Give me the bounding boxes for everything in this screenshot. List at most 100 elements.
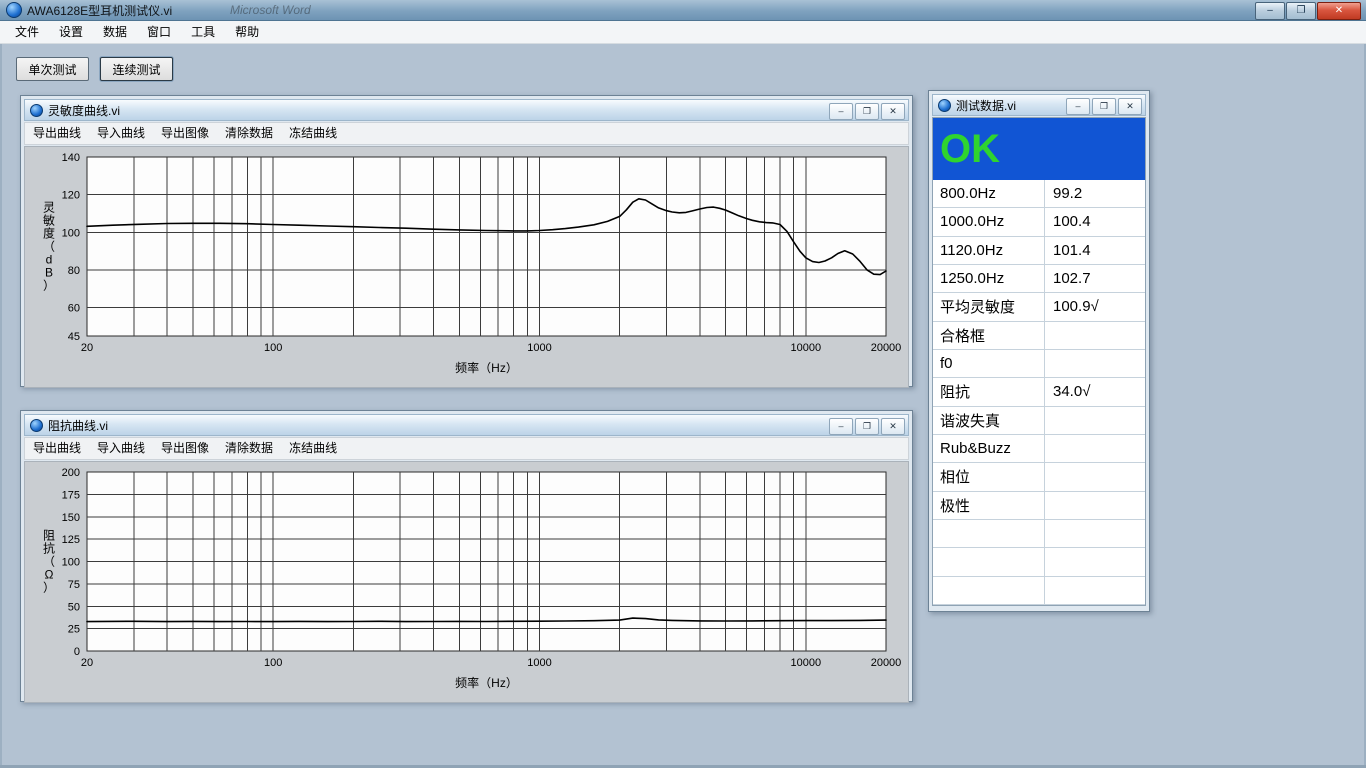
table-row: 极性: [933, 492, 1145, 520]
svg-text:10000: 10000: [791, 342, 822, 354]
app-root: AWA6128E型耳机测试仪.vi Microsoft Word – ❐ ✕ 文…: [0, 0, 1366, 768]
main-menubar: 文件设置数据窗口工具帮助: [0, 21, 1366, 44]
main-titlebar[interactable]: AWA6128E型耳机测试仪.vi Microsoft Word – ❐ ✕: [0, 0, 1366, 21]
svg-text:10000: 10000: [791, 657, 822, 669]
single-test-button[interactable]: 单次测试: [16, 57, 89, 81]
test-data-window-titlebar[interactable]: 测试数据.vi – ❐ ✕: [932, 94, 1146, 116]
minimize-button[interactable]: –: [1066, 98, 1090, 115]
svg-text:25: 25: [68, 624, 80, 636]
menu-item-6[interactable]: 帮助: [225, 21, 269, 43]
table-row: [933, 520, 1145, 548]
svg-text:100: 100: [264, 342, 282, 354]
row-label: Rub&Buzz: [933, 435, 1045, 462]
impedance-window-titlebar[interactable]: 阻抗曲线.vi – ❐ ✕: [24, 414, 909, 436]
svg-text:80: 80: [68, 265, 80, 277]
sensitivity-menu-item-1[interactable]: 导出曲线: [25, 123, 89, 144]
row-label: [933, 577, 1045, 604]
sensitivity-menu-item-4[interactable]: 清除数据: [217, 123, 281, 144]
svg-text:度: 度: [43, 226, 55, 241]
row-label: 1000.0Hz: [933, 208, 1045, 235]
svg-text:75: 75: [68, 579, 80, 591]
svg-text:灵: 灵: [43, 201, 55, 215]
sensitivity-menu-item-2[interactable]: 导入曲线: [89, 123, 153, 144]
menu-item-3[interactable]: 数据: [93, 21, 137, 43]
minimize-button[interactable]: –: [829, 418, 853, 435]
impedance-window-title: 阻抗曲线.vi: [48, 417, 108, 434]
close-button[interactable]: ✕: [881, 418, 905, 435]
sensitivity-menu-item-5[interactable]: 冻结曲线: [281, 123, 345, 144]
vi-icon: [938, 99, 951, 112]
restore-button[interactable]: ❐: [855, 103, 879, 120]
row-label: 阻抗: [933, 378, 1045, 405]
menu-item-1[interactable]: 文件: [5, 21, 49, 43]
table-row: 合格框: [933, 322, 1145, 350]
row-label: [933, 548, 1045, 575]
status-banner: OK: [933, 118, 1145, 180]
row-value: 100.4: [1045, 213, 1091, 230]
impedance-menu-item-2[interactable]: 导入曲线: [89, 438, 153, 459]
minimize-button[interactable]: –: [829, 103, 853, 120]
menu-item-2[interactable]: 设置: [49, 21, 93, 43]
svg-text:频率（Hz）: 频率（Hz）: [455, 675, 518, 690]
svg-text:d: d: [46, 253, 53, 267]
svg-text:20000: 20000: [871, 657, 902, 669]
svg-text:1000: 1000: [527, 342, 551, 354]
impedance-window: 阻抗曲线.vi – ❐ ✕ 导出曲线导入曲线导出图像清除数据冻结曲线 02550…: [20, 410, 913, 702]
row-label: 相位: [933, 463, 1045, 490]
impedance-menu-item-4[interactable]: 清除数据: [217, 438, 281, 459]
restore-button[interactable]: ❐: [855, 418, 879, 435]
row-label: [933, 520, 1045, 547]
svg-text:（: （: [43, 555, 55, 569]
svg-text:20000: 20000: [871, 342, 902, 354]
svg-text:125: 125: [62, 534, 80, 546]
menu-item-4[interactable]: 窗口: [137, 21, 181, 43]
sensitivity-window-titlebar[interactable]: 灵敏度曲线.vi – ❐ ✕: [24, 99, 909, 121]
svg-text:140: 140: [62, 152, 80, 164]
main-window-title: AWA6128E型耳机测试仪.vi: [27, 2, 172, 19]
minimize-button[interactable]: –: [1255, 2, 1285, 20]
svg-text:阻: 阻: [43, 529, 55, 543]
menu-item-5[interactable]: 工具: [181, 21, 225, 43]
vi-icon: [30, 104, 43, 117]
maximize-button[interactable]: ❐: [1286, 2, 1316, 20]
row-value: 34.0√: [1045, 383, 1090, 400]
svg-text:150: 150: [62, 512, 80, 524]
row-label: 合格框: [933, 322, 1045, 349]
window-controls: – ❐ ✕: [1255, 2, 1361, 20]
table-row: f0: [933, 350, 1145, 378]
app-icon: [6, 2, 22, 18]
table-row: Rub&Buzz: [933, 435, 1145, 463]
test-data-window: 测试数据.vi – ❐ ✕ OK 800.0Hz99.21000.0Hz100.…: [928, 90, 1150, 612]
svg-text:100: 100: [62, 227, 80, 239]
table-row: 1000.0Hz100.4: [933, 208, 1145, 236]
svg-text:50: 50: [68, 601, 80, 613]
impedance-menu-item-1[interactable]: 导出曲线: [25, 438, 89, 459]
sensitivity-chart-panel: 4560801001201402010010001000020000频率（Hz）…: [24, 146, 909, 388]
impedance-menu-item-3[interactable]: 导出图像: [153, 438, 217, 459]
table-row: [933, 577, 1145, 605]
background-window-title: Microsoft Word: [230, 3, 311, 17]
svg-text:175: 175: [62, 489, 80, 501]
svg-text:100: 100: [62, 557, 80, 569]
table-row: 1250.0Hz102.7: [933, 265, 1145, 293]
sensitivity-menubar: 导出曲线导入曲线导出图像清除数据冻结曲线: [24, 122, 909, 145]
row-value: 101.4: [1045, 242, 1091, 259]
svg-text:20: 20: [81, 342, 93, 354]
toolbar: 单次测试 连续测试: [16, 57, 173, 81]
restore-button[interactable]: ❐: [1092, 98, 1116, 115]
row-label: 极性: [933, 492, 1045, 519]
table-row: 相位: [933, 463, 1145, 491]
sensitivity-menu-item-3[interactable]: 导出图像: [153, 123, 217, 144]
svg-text:1000: 1000: [527, 657, 551, 669]
table-row: [933, 548, 1145, 576]
table-row: 阻抗34.0√: [933, 378, 1145, 406]
sensitivity-chart: 4560801001201402010010001000020000频率（Hz）…: [25, 147, 908, 382]
continuous-test-button[interactable]: 连续测试: [100, 57, 173, 81]
impedance-menu-item-5[interactable]: 冻结曲线: [281, 438, 345, 459]
window-controls: – ❐ ✕: [829, 418, 905, 435]
close-button[interactable]: ✕: [881, 103, 905, 120]
close-button[interactable]: ✕: [1317, 2, 1361, 20]
window-controls: – ❐ ✕: [1066, 98, 1142, 115]
svg-text:抗: 抗: [43, 541, 55, 556]
close-button[interactable]: ✕: [1118, 98, 1142, 115]
